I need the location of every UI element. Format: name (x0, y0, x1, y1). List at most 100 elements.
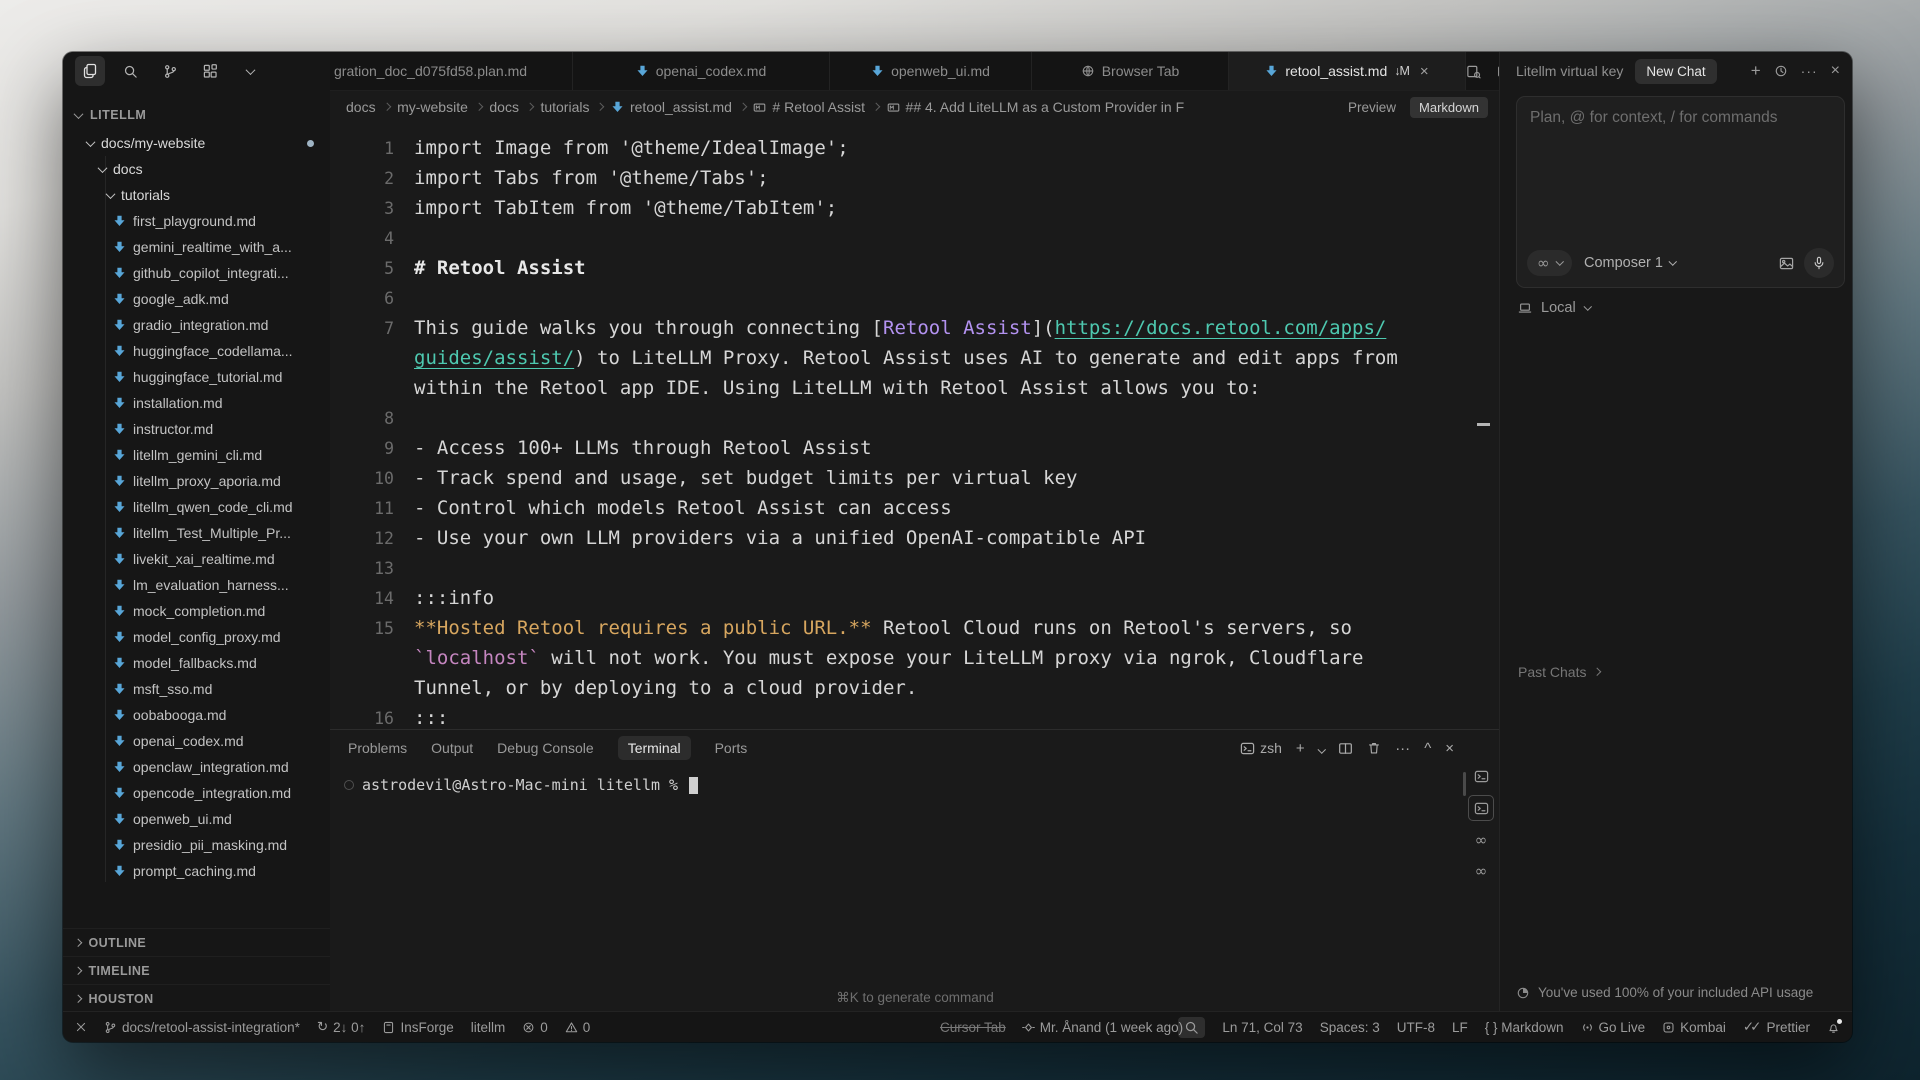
terminal-scrollbar[interactable] (1463, 772, 1466, 796)
panel-tab-output[interactable]: Output (431, 740, 473, 756)
activity-source-control-button[interactable] (155, 56, 185, 86)
sidebar-root-folder[interactable]: LITELLM (63, 102, 330, 128)
status-branch[interactable]: docs/retool-assist-integration* (104, 1020, 300, 1035)
editor-tab[interactable]: Browser Tab (1032, 52, 1229, 90)
file-tree-item[interactable]: presidio_pii_masking.md (63, 832, 330, 858)
breadcrumb-item[interactable]: tutorials (540, 99, 589, 115)
status-go-live[interactable]: Go Live (1581, 1020, 1646, 1035)
status-indentation[interactable]: Spaces: 3 (1320, 1020, 1380, 1035)
more-actions-icon[interactable]: ··· (1801, 63, 1818, 79)
past-chats[interactable]: Past Chats (1518, 664, 1600, 680)
terminal-session-terminal[interactable] (1468, 795, 1494, 821)
status-cursor-tab[interactable]: Cursor Tab (940, 1020, 1006, 1035)
file-tree-item[interactable]: huggingface_codellama... (63, 338, 330, 364)
file-tree-item[interactable]: installation.md (63, 390, 330, 416)
status-sync[interactable]: ↻2↓ 0↑ (317, 1019, 366, 1035)
file-tree-item[interactable]: lm_evaluation_harness... (63, 572, 330, 598)
activity-extensions-button[interactable] (195, 56, 225, 86)
file-tree-item[interactable]: provider_specific_para... (63, 884, 330, 890)
status-cursor-position[interactable]: Ln 71, Col 73 (1222, 1020, 1302, 1035)
history-icon[interactable] (1774, 64, 1788, 78)
new-chat-plus-button[interactable]: + (1751, 61, 1761, 81)
status-eol[interactable]: LF (1452, 1020, 1468, 1035)
breadcrumb-item[interactable]: my-website (397, 99, 468, 115)
model-selector[interactable]: Composer 1 (1584, 255, 1675, 271)
agent-mode-selector[interactable]: ∞ (1527, 250, 1572, 276)
file-tree-item[interactable]: litellm_proxy_aporia.md (63, 468, 330, 494)
activity-files-button[interactable] (75, 56, 105, 86)
sidebar-section-houston[interactable]: HOUSTON (63, 984, 330, 1012)
chat-tab-label[interactable]: Litellm virtual key (1516, 63, 1623, 79)
panel-tab-ports[interactable]: Ports (715, 740, 748, 756)
editor-tab[interactable]: openai_codex.md (573, 52, 830, 90)
new-terminal-button[interactable]: + (1296, 740, 1305, 757)
terminal-session-infinity[interactable]: ∞ (1469, 828, 1493, 852)
file-tree-item[interactable]: msft_sso.md (63, 676, 330, 702)
new-chat-tab[interactable]: New Chat (1635, 59, 1716, 84)
code-editor[interactable]: 1import Image from '@theme/IdealImage';2… (330, 122, 1500, 730)
split-terminal-icon[interactable] (1338, 741, 1353, 756)
scrollbar-marker[interactable] (1477, 423, 1490, 426)
status-notifications[interactable] (1827, 1021, 1840, 1034)
status-encoding[interactable]: UTF-8 (1397, 1020, 1435, 1035)
editor-tab[interactable]: retool_assist.md↓M× (1229, 52, 1466, 90)
file-tree-item[interactable]: model_fallbacks.md (63, 650, 330, 676)
folder-tree-item[interactable]: tutorials (63, 182, 330, 208)
breadcrumb-item[interactable]: retool_assist.md (611, 99, 732, 115)
file-tree-item[interactable]: oobabooga.md (63, 702, 330, 728)
file-tree-item[interactable]: huggingface_tutorial.md (63, 364, 330, 390)
breadcrumb-item[interactable]: docs (346, 99, 376, 115)
activity-chevron-down-button[interactable] (235, 56, 265, 86)
file-tree-item[interactable]: prompt_caching.md (63, 858, 330, 884)
kill-terminal-icon[interactable] (1367, 741, 1381, 755)
attach-image-icon[interactable] (1779, 256, 1794, 271)
file-tree-item[interactable]: github_copilot_integrati... (63, 260, 330, 286)
close-tab-icon[interactable]: × (1420, 63, 1429, 80)
file-tree-item[interactable]: gemini_realtime_with_a... (63, 234, 330, 260)
terminal-session-infinity[interactable]: ∞ (1469, 859, 1493, 883)
file-tree-item[interactable]: google_adk.md (63, 286, 330, 312)
activity-search-button[interactable] (115, 56, 145, 86)
file-tree-item[interactable]: model_config_proxy.md (63, 624, 330, 650)
status-project[interactable]: litellm (471, 1020, 506, 1035)
maximize-panel-icon[interactable]: ^ (1424, 740, 1431, 757)
breadcrumb-item[interactable]: docs (489, 99, 519, 115)
breadcrumb-item[interactable]: ## 4. Add LiteLLM as a Custom Provider i… (887, 99, 1185, 115)
close-panel-icon[interactable]: × (1831, 62, 1840, 80)
file-tree-item[interactable]: openweb_ui.md (63, 806, 330, 832)
file-tree-item[interactable]: gradio_integration.md (63, 312, 330, 338)
panel-tab-terminal[interactable]: Terminal (618, 736, 691, 760)
shell-selector[interactable]: zsh (1240, 740, 1282, 756)
markdown-mode-badge[interactable]: Markdown (1410, 97, 1488, 118)
context-selector[interactable]: Local (1518, 300, 1590, 316)
file-tree-item[interactable]: litellm_Test_Multiple_Pr... (63, 520, 330, 546)
close-panel-icon[interactable]: × (1445, 740, 1454, 757)
file-tree-item[interactable]: litellm_qwen_code_cli.md (63, 494, 330, 520)
panel-tab-problems[interactable]: Problems (348, 740, 407, 756)
file-tree-item[interactable]: litellm_gemini_cli.md (63, 442, 330, 468)
file-tree-item[interactable]: openclaw_integration.md (63, 754, 330, 780)
chat-composer[interactable]: Plan, @ for context, / for commands ∞ Co… (1516, 96, 1845, 288)
status-blame[interactable]: Mr. Ånand (1 week ago) (1022, 1020, 1183, 1035)
file-tree-item[interactable]: openai_codex.md (63, 728, 330, 754)
editor-tab[interactable]: openweb_ui.md (830, 52, 1032, 90)
preview-toggle[interactable]: Preview (1348, 100, 1396, 115)
status-kombai[interactable]: Kombai (1662, 1020, 1726, 1035)
panel-tab-debug-console[interactable]: Debug Console (497, 740, 594, 756)
file-tree-item[interactable]: first_playground.md (63, 208, 330, 234)
terminal-prompt-line[interactable]: astrodevil@Astro-Mac-mini litellm % (344, 776, 698, 794)
status-errors[interactable]: 0 (522, 1020, 548, 1035)
terminal-session-terminal[interactable] (1469, 764, 1493, 788)
sidebar-section-timeline[interactable]: TIMELINE (63, 956, 330, 984)
file-tree-item[interactable]: livekit_xai_realtime.md (63, 546, 330, 572)
status-remote[interactable] (75, 1021, 87, 1033)
file-tree-item[interactable]: opencode_integration.md (63, 780, 330, 806)
sidebar-section-outline[interactable]: OUTLINE (63, 928, 330, 956)
editor-tab[interactable]: gration_doc_d075fd58.plan.md (330, 52, 573, 90)
shell-dropdown-icon[interactable] (1319, 740, 1325, 756)
voice-input-button[interactable] (1804, 248, 1834, 278)
folder-tree-item[interactable]: docs/my-website (63, 130, 330, 156)
file-tree-item[interactable]: instructor.md (63, 416, 330, 442)
file-tree-item[interactable]: mock_completion.md (63, 598, 330, 624)
more-actions-icon[interactable]: ··· (1395, 740, 1410, 757)
